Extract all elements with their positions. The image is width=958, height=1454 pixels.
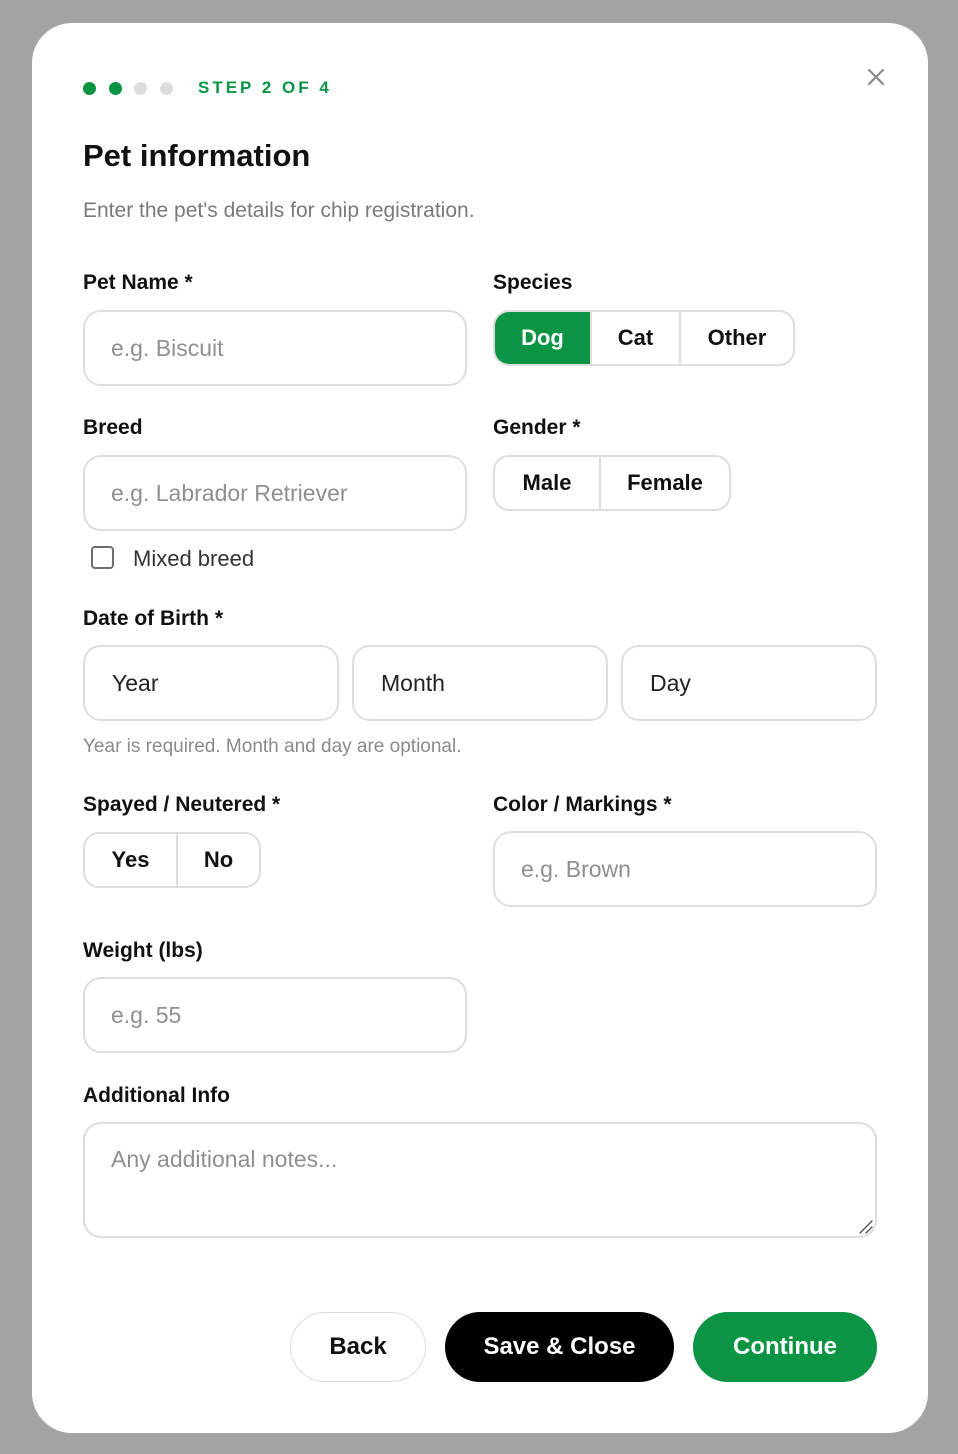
spayed-segmented-control: Yes No [83,832,261,888]
step-dot-1 [83,82,96,95]
dob-label: Date of Birth * [83,607,224,630]
species-option-other[interactable]: Other [681,312,793,364]
gender-label: Gender * [493,416,581,439]
step-label: STEP 2 OF 4 [198,78,332,97]
resize-handle-icon[interactable] [856,1217,874,1235]
dob-hint: Year is required. Month and day are opti… [83,736,462,757]
gender-option-female[interactable]: Female [601,457,729,509]
pet-name-label: Pet Name * [83,271,193,294]
pet-name-input[interactable] [83,310,467,386]
page-title: Pet information [83,138,311,173]
step-dot-4 [160,82,173,95]
color-label: Color / Markings * [493,793,672,816]
species-label: Species [493,271,573,294]
gender-segmented-control: Male Female [493,455,731,511]
weight-label: Weight (lbs) [83,939,203,962]
continue-button[interactable]: Continue [693,1312,877,1382]
page-subtitle: Enter the pet's details for chip registr… [83,199,475,222]
spayed-label: Spayed / Neutered * [83,793,281,816]
dob-month-select[interactable]: Month [352,645,608,721]
dob-day-select[interactable]: Day [621,645,877,721]
close-icon [867,68,885,86]
additional-info-textarea[interactable] [83,1122,877,1238]
step-dot-3 [134,82,147,95]
breed-label: Breed [83,416,143,439]
weight-input[interactable] [83,977,467,1053]
color-input[interactable] [493,831,877,907]
species-option-dog[interactable]: Dog [495,312,592,364]
gender-option-male[interactable]: Male [495,457,601,509]
close-button[interactable] [862,63,890,91]
species-option-cat[interactable]: Cat [592,312,681,364]
dob-year-select[interactable]: Year [83,645,339,721]
step-dot-2 [109,82,122,95]
spayed-option-yes[interactable]: Yes [85,834,178,886]
back-button[interactable]: Back [290,1312,426,1382]
mixed-breed-label: Mixed breed [133,546,255,571]
additional-info-label: Additional Info [83,1084,230,1107]
pet-information-modal: STEP 2 OF 4 Pet information Enter the pe… [32,23,928,1433]
breed-input[interactable] [83,455,467,531]
species-segmented-control: Dog Cat Other [493,310,795,366]
save-and-close-button[interactable]: Save & Close [445,1312,674,1382]
spayed-option-no[interactable]: No [178,834,259,886]
mixed-breed-checkbox[interactable] [91,546,114,569]
